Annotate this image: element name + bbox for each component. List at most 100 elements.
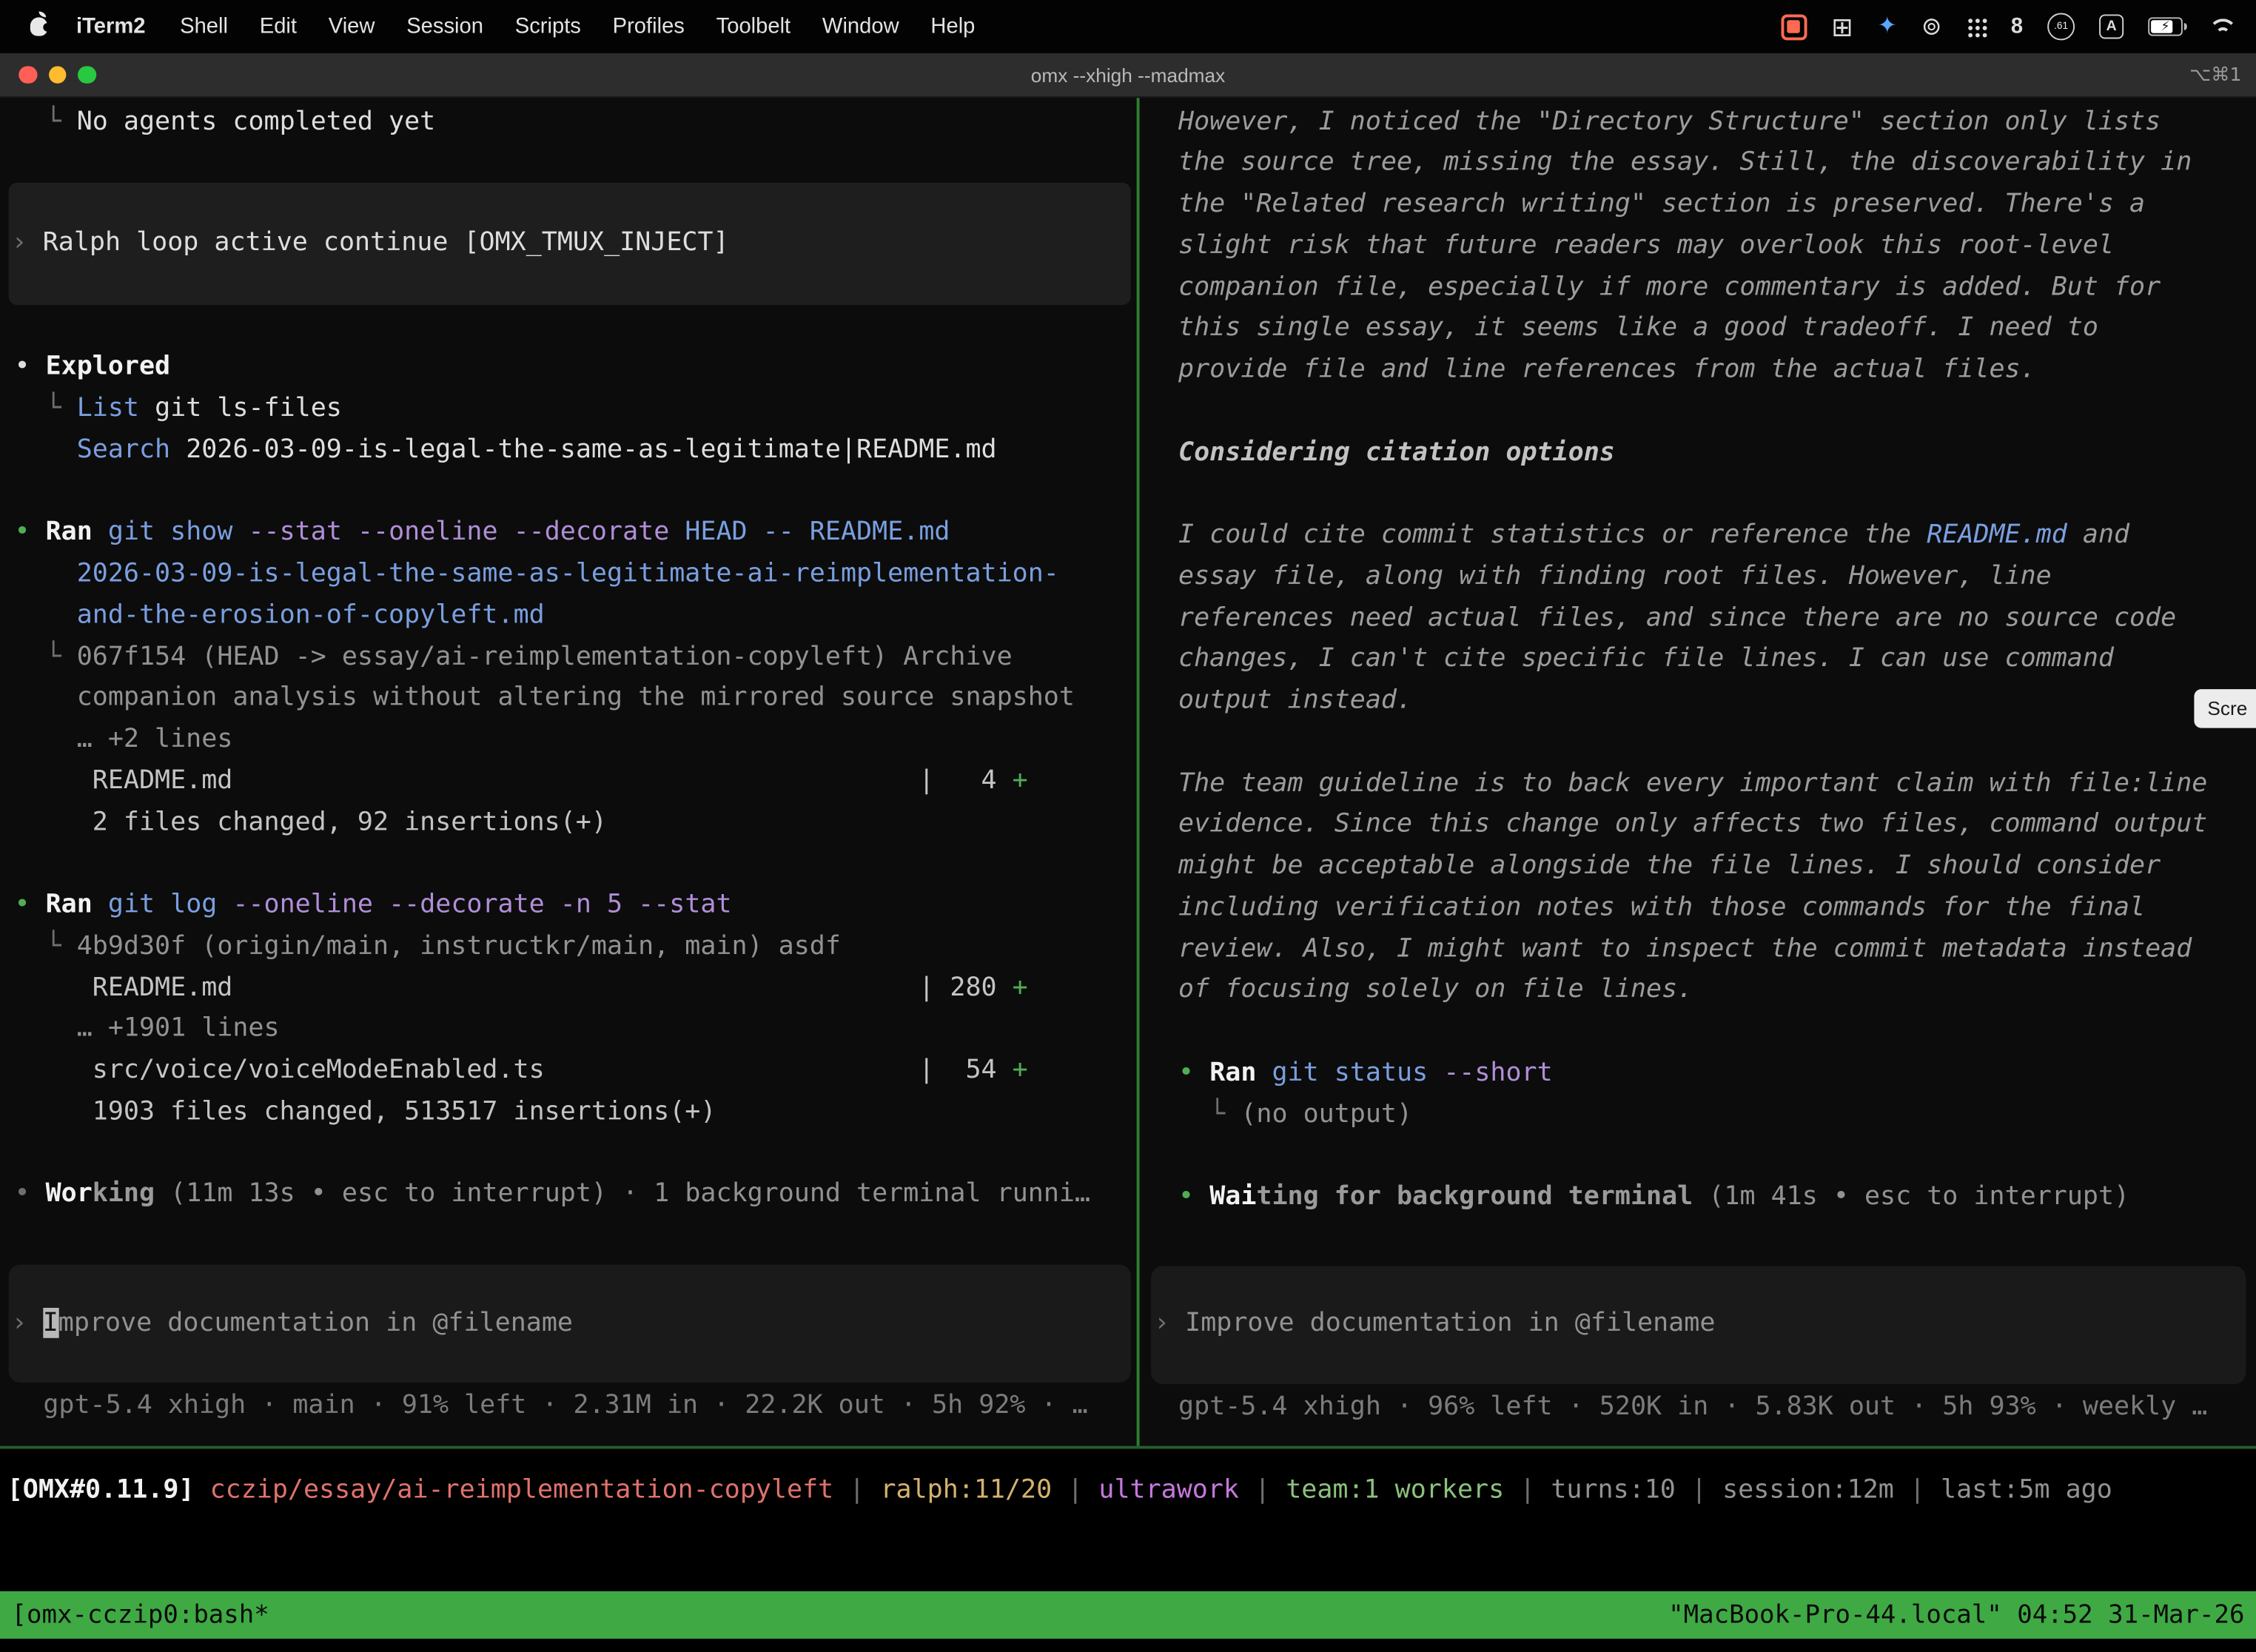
screen-recording-icon[interactable] [1781,13,1807,39]
text-segment: git status [1272,1057,1428,1087]
text-segment: └ [14,641,76,671]
text-segment: 1903 files changed, 513517 insertions(+) [14,1096,716,1126]
menu-item-session[interactable]: Session [391,14,500,38]
text-segment: companion file, especially if more comme… [1178,271,2161,301]
left-transcript: • Explored └ List git ls-files Search 20… [14,347,1130,1216]
text-segment: The team guideline is to back every impo… [1178,768,2207,798]
ralph-loop-text: › Ralph loop active continue [OMX_TMUX_I… [12,224,729,265]
battery-icon-glyph: ⚡ [2161,20,2169,33]
window-shortcut-badge: ⌥⌘1 [2189,64,2241,86]
grid-window-icon[interactable]: ⊞ [1831,13,1853,39]
terminal-line: provide file and line references from th… [1178,349,2250,391]
text-segment: output instead. [1178,685,1412,715]
terminal-line [1178,474,2250,515]
swirl-app-icon[interactable]: ⊚ [1921,14,1942,38]
text-segment: └ [14,930,76,961]
text-segment: of focusing solely on file lines. [1178,974,1693,1004]
spark-icon[interactable]: ✦ [1878,15,1897,38]
terminal-line: review. Also, I might want to inspect th… [1178,929,2250,970]
terminal-line: • Explored [14,347,1130,389]
text-segment: Ran [46,517,93,547]
text-segment: this single essay, it seems like a good … [1178,312,2098,343]
terminal-line: the "Related research writing" section i… [1178,184,2250,226]
swirl-app-icon-glyph: ⊚ [1921,14,1942,38]
grid-window-icon-glyph: ⊞ [1831,13,1853,39]
terminal-line: slight risk that future readers may over… [1178,226,2250,267]
text-segment: src/voice/voiceModeEnabled.ts | 54 [14,1055,1012,1085]
text-segment [14,724,76,754]
terminal-line: • Working (11m 13s • esc to interrupt) ·… [14,1175,1130,1216]
terminal-line: this single essay, it seems like a good … [1178,308,2250,349]
text-segment: • [1178,1181,1209,1212]
window-title-bar[interactable]: omx --xhigh --madmax ⌥⌘1 [0,53,2256,98]
menu-item-scripts[interactable]: Scripts [499,14,597,38]
text-segment: 2 files changed, 92 insertions(+) [14,807,607,837]
text-tool-icon[interactable]: A [2099,14,2124,38]
text-segment: the source tree, missing the essay. Stil… [1178,147,2192,178]
text-segment: | [1894,1474,1941,1505]
text-segment: • [14,352,45,382]
battery-percent-icon[interactable]: .61 [2047,13,2075,40]
apple-logo-icon[interactable] [30,17,47,36]
text-segment: • [14,889,45,919]
terminal-line: references need actual files, and since … [1178,598,2250,639]
dots-grid-icon[interactable] [1967,16,1987,36]
menu-item-iterm2[interactable]: iTerm2 [61,14,164,38]
terminal-line [1178,391,2250,432]
menu-item-profiles[interactable]: Profiles [597,14,700,38]
menu-item-edit[interactable]: Edit [244,14,312,38]
terminal-line: └ 4b9d30f (origin/main, instructkr/main,… [14,926,1130,967]
app-icon-8-glyph: 8 [2011,16,2023,37]
close-button[interactable] [19,66,36,84]
terminal-line: However, I noticed the "Directory Struct… [1178,101,2250,143]
terminal-line: companion file, especially if more comme… [1178,267,2250,309]
text-segment: king [93,1179,155,1209]
text-segment: Improve documentation in @filename [1185,1309,1715,1339]
text-segment: --oneline --decorate -n 5 --stat [217,889,731,919]
pane-bottom-border [0,1446,2256,1449]
text-segment: + [1013,972,1028,1002]
text-segment [14,600,76,630]
menu-item-toolbelt[interactable]: Toolbelt [700,14,806,38]
terminal-line: Considering citation options [1178,432,2250,474]
text-segment: --short [1428,1057,1553,1087]
terminal-line: the source tree, missing the essay. Stil… [1178,143,2250,184]
terminal-line: companion analysis without altering the … [14,678,1130,719]
menu-item-help[interactable]: Help [915,14,991,38]
text-segment: | [1676,1474,1722,1505]
text-segment: README.md | 280 [14,972,1012,1002]
menu-item-window[interactable]: Window [807,14,915,38]
minimize-button[interactable] [48,66,66,84]
agents-status-line: └ No agents completed yet [14,101,1130,143]
text-segment: [OMX#0.11.9] [7,1474,210,1505]
text-segment: provide file and line references from th… [1178,354,2036,384]
window-title: omx --xhigh --madmax [1031,64,1225,86]
right-prompt-input[interactable]: › Improve documentation in @filename [1151,1266,2246,1383]
text-segment [93,517,108,547]
text-segment: README.md | 4 [14,765,1012,796]
terminal-line: output instead. [1178,680,2250,722]
text-tool-icon-glyph: A [2106,19,2117,33]
zoom-button[interactable] [78,66,95,84]
text-segment: ralph:11/20 [880,1474,1052,1505]
menu-bar-status-icons: ⊞ ✦ ⊚ 8 .61 A ⚡ [1781,13,2233,40]
ralph-loop-banner: › Ralph loop active continue [OMX_TMUX_I… [9,183,1131,305]
left-prompt-input[interactable]: › Improve documentation in @filename [9,1265,1131,1383]
text-segment: … +1901 lines [14,1013,279,1044]
app-icon-8[interactable]: 8 [2011,16,2023,37]
text-segment: Explored [46,352,171,382]
terminal-line: might be acceptable alongside the file l… [1178,846,2250,887]
text-segment: mprove documentation in @filename [58,1307,573,1337]
text-segment: Search [77,434,170,465]
text-segment: I [43,1307,58,1337]
menu-item-view[interactable]: View [312,14,390,38]
menu-item-shell[interactable]: Shell [164,14,244,38]
text-segment: | [1239,1474,1286,1505]
battery-icon[interactable]: ⚡ [2148,17,2183,36]
text-segment: └ [14,106,76,136]
terminal-line: 2026-03-09-is-legal-the-same-as-legitima… [14,554,1130,595]
text-segment: git show [108,517,233,547]
menu-bar: iTerm2ShellEditViewSessionScriptsProfile… [0,0,2256,53]
text-segment: I could cite commit statistics or refere… [1178,520,1927,550]
wifi-icon[interactable] [2207,17,2233,36]
